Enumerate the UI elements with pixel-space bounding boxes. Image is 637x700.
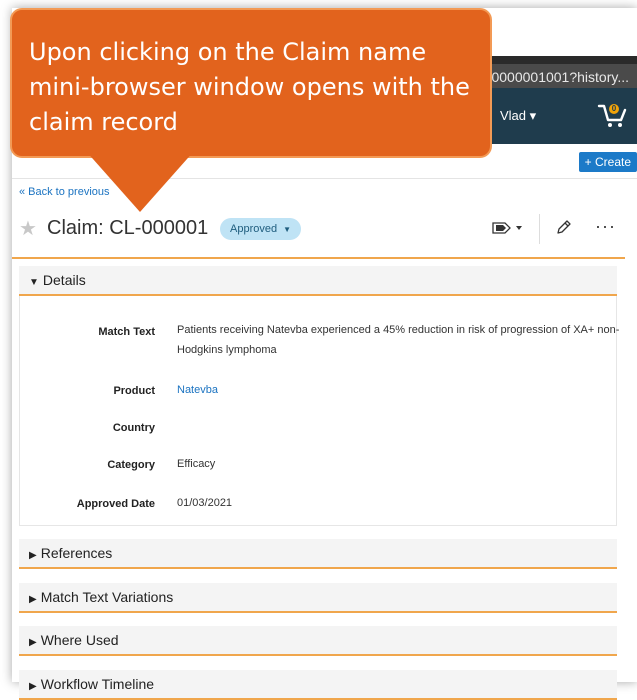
cart-badge: 0 <box>609 104 619 114</box>
field-value-approved-date: 01/03/2021 <box>177 497 233 509</box>
section-workflow-timeline[interactable]: ▶ Workflow Timeline <box>19 670 617 700</box>
create-button[interactable]: + Create <box>578 152 637 172</box>
status-label: Approved <box>230 223 278 235</box>
section-references[interactable]: ▶ References <box>19 539 617 569</box>
caret-right-icon: ▶ <box>29 637 37 648</box>
section-label: Where Used <box>40 632 119 648</box>
callout-text: Upon clicking on the Claim name mini-bro… <box>29 38 470 136</box>
title-underline <box>12 257 625 259</box>
more-icon[interactable]: ··· <box>595 216 616 237</box>
section-label: Details <box>42 272 86 288</box>
section-label: Match Text Variations <box>40 589 174 605</box>
section-match-text-variations[interactable]: ▶ Match Text Variations <box>19 583 617 613</box>
caret-right-icon: ▶ <box>29 594 37 605</box>
user-menu[interactable]: Vlad ▾ <box>500 108 536 124</box>
star-icon[interactable]: ★ <box>19 216 37 241</box>
field-label-approved-date: Approved Date <box>76 498 155 510</box>
field-label-category: Category <box>107 459 155 471</box>
page-title: Claim: CL-000001 <box>47 217 209 239</box>
record-title-row: ★ Claim: CL-000001 Approved ▼ ··· <box>17 214 617 244</box>
section-label: Workflow Timeline <box>40 676 155 692</box>
field-label-match-text: Match Text <box>98 326 155 338</box>
details-panel: Match Text Patients receiving Natevba ex… <box>19 296 619 526</box>
tag-dropdown-icon[interactable] <box>491 220 525 239</box>
callout-pointer <box>85 150 195 212</box>
field-value-category: Efficacy <box>177 458 216 470</box>
field-label-country: Country <box>112 422 155 434</box>
status-badge[interactable]: Approved ▼ <box>220 218 302 240</box>
field-label-product: Product <box>113 385 155 397</box>
caret-down-icon: ▼ <box>29 277 39 288</box>
section-where-used[interactable]: ▶ Where Used <box>19 626 617 656</box>
field-value-match-text: Patients receiving Natevba experienced a… <box>177 324 620 356</box>
caret-right-icon: ▶ <box>29 550 37 561</box>
section-details-header[interactable]: ▼ Details <box>19 266 617 296</box>
caret-right-icon: ▶ <box>29 681 37 692</box>
callout-annotation: Upon clicking on the Claim name mini-bro… <box>10 8 492 158</box>
url-text: 0000001001?history... <box>491 69 629 85</box>
cart-icon[interactable]: 0 <box>597 102 629 130</box>
pencil-icon[interactable] <box>555 218 573 241</box>
toolbar-divider <box>539 214 540 244</box>
field-value-product-link[interactable]: Natevba <box>177 380 637 400</box>
section-label: References <box>40 545 113 561</box>
caret-down-icon: ▼ <box>283 225 292 234</box>
